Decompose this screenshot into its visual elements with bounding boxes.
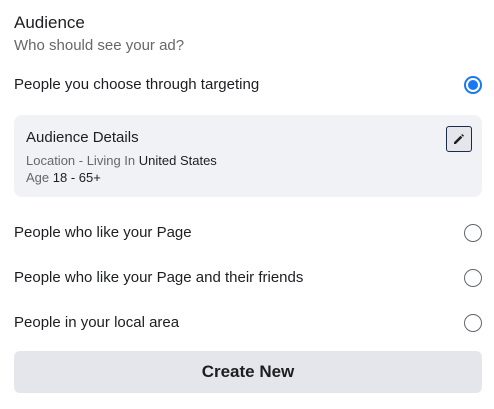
audience-details-title: Audience Details xyxy=(26,129,139,146)
age-label: Age xyxy=(26,170,50,185)
age-line: Age 18 - 65+ xyxy=(26,170,101,186)
radio-unselected[interactable] xyxy=(464,314,482,332)
radio-selected[interactable] xyxy=(464,76,482,94)
location-value: United States xyxy=(138,153,217,168)
option-label: People you choose through targeting xyxy=(14,76,260,93)
pencil-icon xyxy=(454,134,464,144)
audience-panel: Audience Who should see your ad? People … xyxy=(0,0,494,409)
option-page-likes-friends[interactable]: People who like your Page and their frie… xyxy=(14,266,482,290)
option-label: People who like your Page and their frie… xyxy=(14,269,304,286)
location-label: Location - Living In xyxy=(26,153,136,168)
section-subtitle: Who should see your ad? xyxy=(14,37,185,54)
option-targeting[interactable]: People you choose through targeting xyxy=(14,73,482,97)
option-page-likes[interactable]: People who like your Page xyxy=(14,221,482,245)
radio-dot xyxy=(468,80,478,90)
audience-details-card: Audience Details Location - Living In Un… xyxy=(14,115,482,197)
option-local-area[interactable]: People in your local area xyxy=(14,311,482,335)
age-value: 18 - 65+ xyxy=(52,170,101,185)
radio-unselected[interactable] xyxy=(464,269,482,287)
option-label: People who like your Page xyxy=(14,224,192,241)
create-new-button[interactable]: Create New xyxy=(14,351,482,393)
edit-audience-button[interactable] xyxy=(446,126,472,152)
section-title: Audience xyxy=(14,13,85,32)
option-label: People in your local area xyxy=(14,314,180,331)
radio-unselected[interactable] xyxy=(464,224,482,242)
location-line: Location - Living In United States xyxy=(26,153,217,169)
